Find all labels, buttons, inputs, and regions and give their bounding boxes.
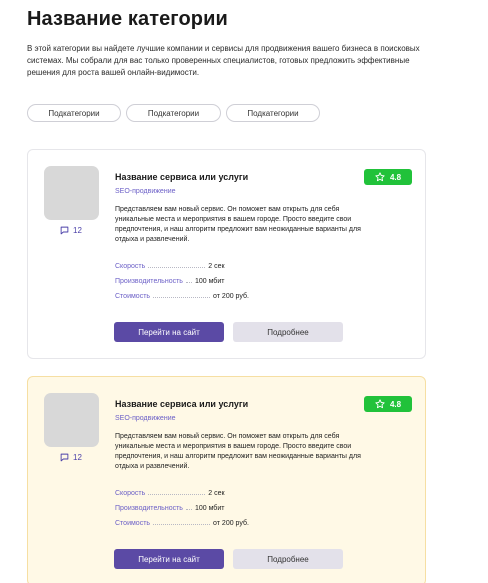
service-description: Представляем вам новый сервис. Он поможе… <box>115 433 361 470</box>
comments-count[interactable]: 12 <box>60 226 82 235</box>
spec-value: 100 мбит <box>194 505 225 512</box>
spec-row: Скорость 2 сек <box>115 262 315 277</box>
spec-label: Производительность <box>115 505 183 512</box>
spec-value: 2 сек <box>208 263 225 270</box>
star-icon <box>375 399 385 409</box>
subcategory-chip[interactable]: Подкатегории <box>27 104 121 122</box>
subcategory-chip[interactable]: Подкатегории <box>126 104 221 122</box>
rating-value: 4.8 <box>389 172 402 182</box>
comment-icon <box>60 226 69 235</box>
service-thumbnail <box>44 166 99 220</box>
spec-label: Скорость <box>115 263 146 270</box>
service-title[interactable]: Название сервиса или услуги <box>115 172 248 182</box>
service-description: Представляем вам новый сервис. Он поможе… <box>115 206 361 243</box>
service-card-featured: 12 Название сервиса или услуги SEO-продв… <box>27 376 426 583</box>
rating-badge: 4.8 <box>364 396 412 412</box>
service-card: 12 Название сервиса или услуги SEO-продв… <box>27 149 426 359</box>
spec-label: Стоимость <box>115 293 151 300</box>
spec-dots <box>148 262 206 268</box>
spec-value: 2 сек <box>208 490 225 497</box>
star-icon <box>375 172 385 182</box>
rating-value: 4.8 <box>389 399 402 409</box>
comments-count-value: 12 <box>73 226 82 235</box>
comment-icon <box>60 453 69 462</box>
spec-value: 100 мбит <box>194 278 225 285</box>
visit-site-button[interactable]: Перейти на сайт <box>114 322 224 342</box>
spec-row: Стоимость от 200 руб. <box>115 292 315 307</box>
spec-row: Производительность 100 мбит <box>115 504 315 519</box>
service-title[interactable]: Название сервиса или услуги <box>115 399 248 409</box>
service-category[interactable]: SEO-продвижение <box>115 415 176 422</box>
spec-dots <box>153 292 211 298</box>
spec-dots <box>185 504 192 510</box>
comments-count[interactable]: 12 <box>60 453 82 462</box>
details-button[interactable]: Подробнее <box>233 322 343 342</box>
page-description: В этой категории вы найдете лучшие компа… <box>27 44 420 77</box>
service-specs: Скорость 2 сек Производительность 100 мб… <box>115 262 315 307</box>
service-category[interactable]: SEO-продвижение <box>115 188 176 195</box>
visit-site-button[interactable]: Перейти на сайт <box>114 549 224 569</box>
subcategory-chip[interactable]: Подкатегории <box>226 104 320 122</box>
spec-dots <box>148 489 206 495</box>
spec-value: от 200 руб. <box>213 293 249 300</box>
spec-row: Скорость 2 сек <box>115 489 315 504</box>
spec-label: Производительность <box>115 278 183 285</box>
subcategory-chips: Подкатегории Подкатегории Подкатегории <box>27 104 320 122</box>
details-button[interactable]: Подробнее <box>233 549 343 569</box>
spec-value: от 200 руб. <box>213 520 249 527</box>
spec-label: Скорость <box>115 490 146 497</box>
rating-badge: 4.8 <box>364 169 412 185</box>
service-specs: Скорость 2 сек Производительность 100 мб… <box>115 489 315 534</box>
spec-dots <box>185 277 192 283</box>
spec-row: Производительность 100 мбит <box>115 277 315 292</box>
service-thumbnail <box>44 393 99 447</box>
spec-dots <box>153 519 211 525</box>
page-title: Название категории <box>27 8 228 30</box>
comments-count-value: 12 <box>73 453 82 462</box>
spec-label: Стоимость <box>115 520 151 527</box>
spec-row: Стоимость от 200 руб. <box>115 519 315 534</box>
